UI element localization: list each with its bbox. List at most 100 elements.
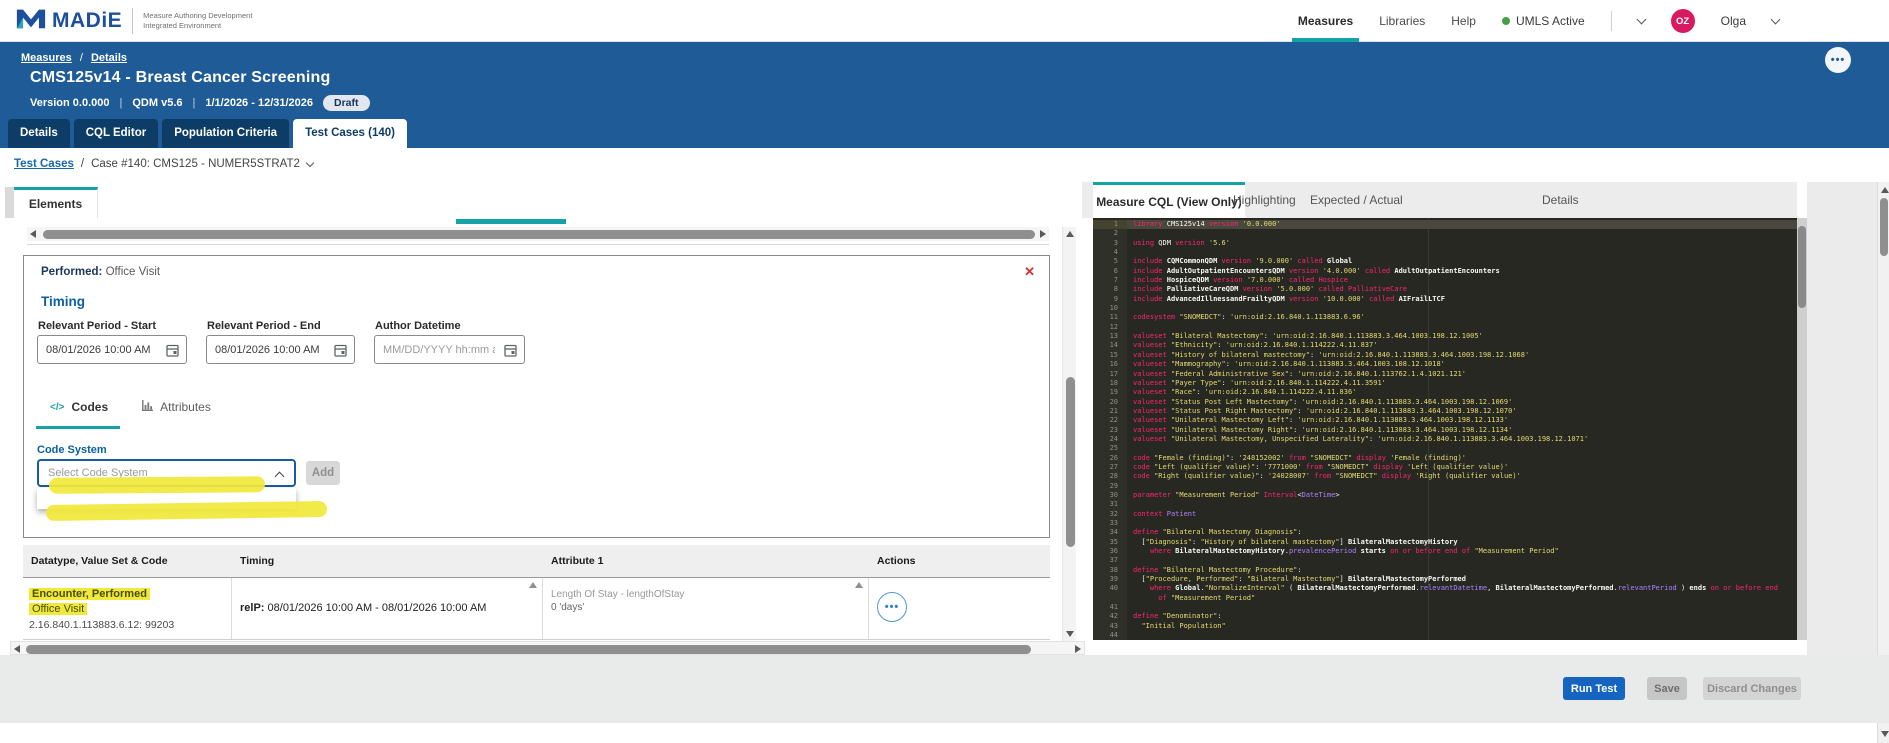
cql-line: 30parameter "Measurement Period" Interva… [1093, 491, 1797, 500]
add-button[interactable]: Add [306, 461, 340, 485]
scrollbar-thumb[interactable] [1880, 198, 1888, 256]
editor-scrollbar[interactable] [1797, 218, 1807, 640]
cql-line: 38define "Bilateral Mastectomy Procedure… [1093, 566, 1797, 575]
scroll-indicator [456, 219, 566, 224]
tab-codes[interactable]: </> Codes [50, 400, 108, 414]
close-icon[interactable]: ✕ [1024, 264, 1035, 280]
calendar-icon[interactable] [166, 343, 179, 362]
row-datatype: Encounter, Performed [29, 588, 150, 600]
scroll-left-icon[interactable] [14, 645, 20, 653]
highlighter-mark [46, 501, 327, 521]
scroll-right-icon[interactable] [1040, 230, 1046, 238]
cell-attribute1: Length Of Stay - lengthOfStay 0 'days' [543, 578, 869, 639]
cql-line: 2 [1093, 229, 1797, 238]
umls-status: UMLS Active [1502, 14, 1585, 28]
row-timing-value: 08/01/2026 10:00 AM - 08/01/2026 10:00 A… [264, 602, 486, 614]
period-start-field [37, 335, 187, 364]
col-header-attribute1: Attribute 1 [543, 555, 869, 567]
tab-attributes[interactable]: Attributes [142, 400, 211, 414]
umls-status-label: UMLS Active [1516, 14, 1585, 28]
scroll-down-icon[interactable] [1881, 731, 1889, 737]
element-card: ✕ Performed: Office Visit Timing Relevan… [23, 255, 1050, 538]
scroll-left-icon[interactable] [30, 230, 36, 238]
author-datetime-input[interactable] [383, 336, 495, 363]
testcase-breadcrumb: Test Cases / Case #140: CMS125 - NUMER5S… [14, 158, 313, 170]
chevron-up-icon [275, 472, 285, 482]
tab-details[interactable]: Details [8, 119, 70, 148]
cql-line: 14valueset "Ethnicity": 'urn:oid:2.16.84… [1093, 341, 1797, 350]
cql-line: 4 [1093, 248, 1797, 257]
scrollbar-thumb[interactable] [1798, 226, 1806, 308]
cql-line: 18valueset "Payer Type": 'urn:oid:2.16.8… [1093, 379, 1797, 388]
measure-tabs: Details CQL Editor Population Criteria T… [8, 119, 407, 148]
cql-line: 21valueset "Status Post Right Mastectomy… [1093, 407, 1797, 416]
scroll-up-icon[interactable] [529, 582, 537, 588]
madie-logo[interactable]: MADiE Measure Authoring Development Inte… [16, 7, 252, 35]
period-end-input[interactable] [215, 336, 325, 363]
discard-changes-button[interactable]: Discard Changes [1703, 677, 1801, 700]
calendar-icon[interactable] [504, 343, 517, 362]
umls-chevron-down-icon[interactable] [1636, 15, 1646, 25]
elements-horizontal-scrollbar[interactable] [27, 227, 1049, 241]
tab-highlighting[interactable]: Highlighting [1233, 182, 1296, 218]
cql-line: 26code "Female (finding)": '248152002' f… [1093, 454, 1797, 463]
cql-line: 43 "Initial Population" [1093, 622, 1797, 631]
table-header-row: Datatype, Value Set & Code Timing Attrib… [23, 545, 1050, 578]
breadcrumb-details-link[interactable]: Details [91, 52, 127, 64]
tab-measure-cql[interactable]: Measure CQL (View Only) [1093, 182, 1245, 218]
cql-line: 11codesystem "SNOMEDCT": 'urn:oid:2.16.8… [1093, 313, 1797, 322]
tab-test-cases[interactable]: Test Cases (140) [293, 119, 407, 148]
panel-horizontal-scrollbar[interactable] [10, 641, 1085, 655]
nav-item-measures[interactable]: Measures [1298, 0, 1353, 42]
scrollbar-thumb[interactable] [26, 645, 1031, 654]
cql-line: 13valueset "Bilateral Mastectomy": 'urn:… [1093, 332, 1797, 341]
scroll-down-icon[interactable] [1066, 631, 1074, 637]
brand-tagline: Measure Authoring Development Integrated… [143, 11, 252, 31]
row-valueset: Office Visit [29, 603, 87, 615]
elements-vertical-scrollbar[interactable] [1062, 227, 1076, 641]
tab-cql-editor[interactable]: CQL Editor [74, 119, 158, 148]
cql-editor[interactable]: 1library CMS125v14 version '0.0.000'23us… [1093, 218, 1797, 640]
code-icon: </> [50, 402, 64, 413]
nav-item-help[interactable]: Help [1451, 0, 1476, 42]
cql-line: 37 [1093, 556, 1797, 565]
cql-line: 36 where BilateralMastectomyHistory.prev… [1093, 547, 1797, 556]
testcase-chevron-down-icon[interactable] [306, 158, 314, 166]
cql-line: 31 [1093, 500, 1797, 509]
scrollbar-thumb[interactable] [43, 230, 1035, 239]
user-chevron-down-icon[interactable] [1771, 15, 1781, 25]
period-start-input[interactable] [46, 336, 157, 363]
scroll-up-icon[interactable] [1066, 231, 1074, 237]
run-test-button[interactable]: Run Test [1563, 677, 1625, 700]
cell-timing: relP: 08/01/2026 10:00 AM - 08/01/2026 1… [232, 578, 543, 639]
cql-line: 39 ["Procedure, Performed": "Bilateral M… [1093, 575, 1797, 584]
more-options-button[interactable]: ••• [1825, 47, 1851, 73]
row-attribute-name: Length Of Stay - [551, 589, 627, 600]
save-button[interactable]: Save [1647, 677, 1687, 700]
highlighter-mark [49, 476, 265, 494]
row-code: 2.16.840.1.113883.6.12: 99203 [29, 619, 174, 631]
measure-meta: Version 0.0.000 | QDM v5.6 | 1/1/2026 - … [30, 95, 370, 111]
calendar-icon[interactable] [334, 343, 347, 362]
tab-elements[interactable]: Elements [14, 187, 98, 218]
avatar[interactable]: OZ [1671, 9, 1695, 33]
tab-expected-actual[interactable]: Expected / Actual [1310, 182, 1403, 218]
cql-line: 29 [1093, 482, 1797, 491]
testcases-link[interactable]: Test Cases [14, 158, 74, 170]
cql-line: 19valueset "Race": 'urn:oid:2.16.840.1.1… [1093, 388, 1797, 397]
tab-details[interactable]: Details [1542, 182, 1579, 218]
row-actions-button[interactable]: ••• [877, 592, 907, 622]
top-nav: Measures Libraries Help UMLS Active OZ O… [1298, 0, 1779, 42]
scroll-up-icon[interactable] [855, 582, 863, 588]
period-end-field [206, 335, 355, 364]
cql-line: 16valueset "Mammography": 'urn:oid:2.16.… [1093, 360, 1797, 369]
scrollbar-thumb[interactable] [1066, 377, 1075, 547]
tab-population-criteria[interactable]: Population Criteria [162, 119, 289, 148]
scroll-right-icon[interactable] [1075, 645, 1081, 653]
breadcrumb-measures-link[interactable]: Measures [21, 52, 72, 64]
field-label-author-datetime: Author Datetime [375, 320, 461, 332]
scroll-up-icon[interactable] [1881, 187, 1889, 193]
cql-line: 32context Patient [1093, 510, 1797, 519]
col-header-datatype: Datatype, Value Set & Code [23, 555, 232, 567]
nav-item-libraries[interactable]: Libraries [1379, 0, 1425, 42]
